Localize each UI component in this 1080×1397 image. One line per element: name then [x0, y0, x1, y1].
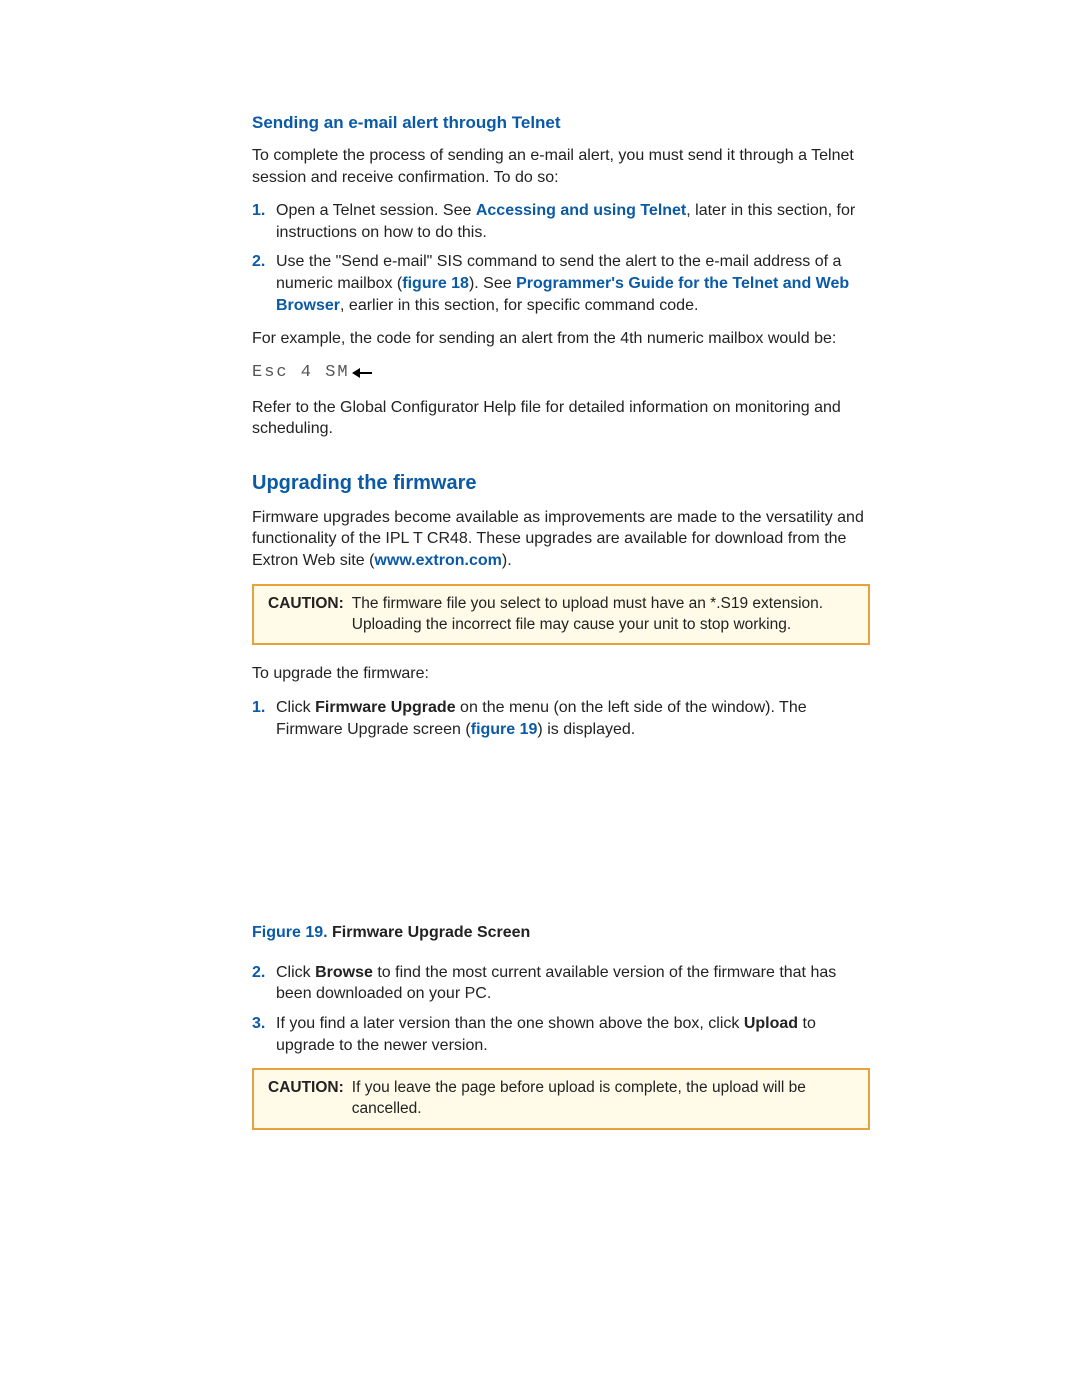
ui-label-browse: Browse	[315, 964, 373, 981]
list-item-text: If you find a later version than the one…	[276, 1013, 870, 1056]
link-accessing-telnet[interactable]: Accessing and using Telnet	[476, 202, 686, 219]
list-number: 2.	[252, 962, 276, 1005]
link-figure-19[interactable]: figure 19	[471, 721, 538, 738]
para-intro: To complete the process of sending an e-…	[252, 145, 870, 188]
figure-number: Figure 19.	[252, 924, 328, 941]
code-sample: Esc 4 SM	[252, 362, 870, 385]
list-number: 1.	[252, 697, 276, 740]
document-page: Sending an e-mail alert through Telnet T…	[0, 0, 1080, 1397]
caution-box-2: CAUTION: If you leave the page before up…	[252, 1068, 870, 1130]
caution-label: CAUTION:	[268, 594, 344, 636]
caution-box-1: CAUTION: The firmware file you select to…	[252, 584, 870, 646]
caution-text: If you leave the page before upload is c…	[352, 1078, 854, 1120]
return-arrow-icon	[352, 366, 374, 380]
link-figure-18[interactable]: figure 18	[402, 275, 469, 292]
list-item-text: Click Firmware Upgrade on the menu (on t…	[276, 697, 870, 740]
figure-placeholder	[252, 752, 870, 922]
caution-label: CAUTION:	[268, 1078, 344, 1120]
link-extron-site[interactable]: www.extron.com	[374, 552, 501, 569]
list-number: 1.	[252, 200, 276, 243]
list-item-text: Click Browse to find the most current av…	[276, 962, 870, 1005]
ordered-list-2a: 1. Click Firmware Upgrade on the menu (o…	[252, 697, 870, 740]
code-text: Esc 4 SM	[252, 362, 350, 385]
figure-title: Firmware Upgrade Screen	[328, 924, 531, 941]
list-item-text: Open a Telnet session. See Accessing and…	[276, 200, 870, 243]
list-number: 2.	[252, 251, 276, 316]
ordered-list-2b: 2. Click Browse to find the most current…	[252, 962, 870, 1056]
caution-text: The firmware file you select to upload m…	[352, 594, 854, 636]
ui-label-firmware-upgrade: Firmware Upgrade	[315, 699, 455, 716]
para-example: For example, the code for sending an ale…	[252, 328, 870, 350]
list-item: 2. Use the "Send e-mail" SIS command to …	[252, 251, 870, 316]
subheading-telnet: Sending an e-mail alert through Telnet	[252, 112, 870, 135]
para-firmware-intro: Firmware upgrades become available as im…	[252, 507, 870, 572]
help-file-name: Global Configurator Help	[340, 399, 516, 416]
figure-caption: Figure 19. Firmware Upgrade Screen	[252, 922, 870, 944]
list-item: 1. Click Firmware Upgrade on the menu (o…	[252, 697, 870, 740]
para-to-upgrade: To upgrade the firmware:	[252, 663, 870, 685]
list-number: 3.	[252, 1013, 276, 1056]
para-refer: Refer to the Global Configurator Help fi…	[252, 397, 870, 440]
list-item: 2. Click Browse to find the most current…	[252, 962, 870, 1005]
ui-label-upload: Upload	[744, 1015, 798, 1032]
ordered-list-1: 1. Open a Telnet session. See Accessing …	[252, 200, 870, 316]
section-heading-upgrading: Upgrading the firmware	[252, 470, 870, 497]
list-item: 3. If you find a later version than the …	[252, 1013, 870, 1056]
list-item: 1. Open a Telnet session. See Accessing …	[252, 200, 870, 243]
list-item-text: Use the "Send e-mail" SIS command to sen…	[276, 251, 870, 316]
